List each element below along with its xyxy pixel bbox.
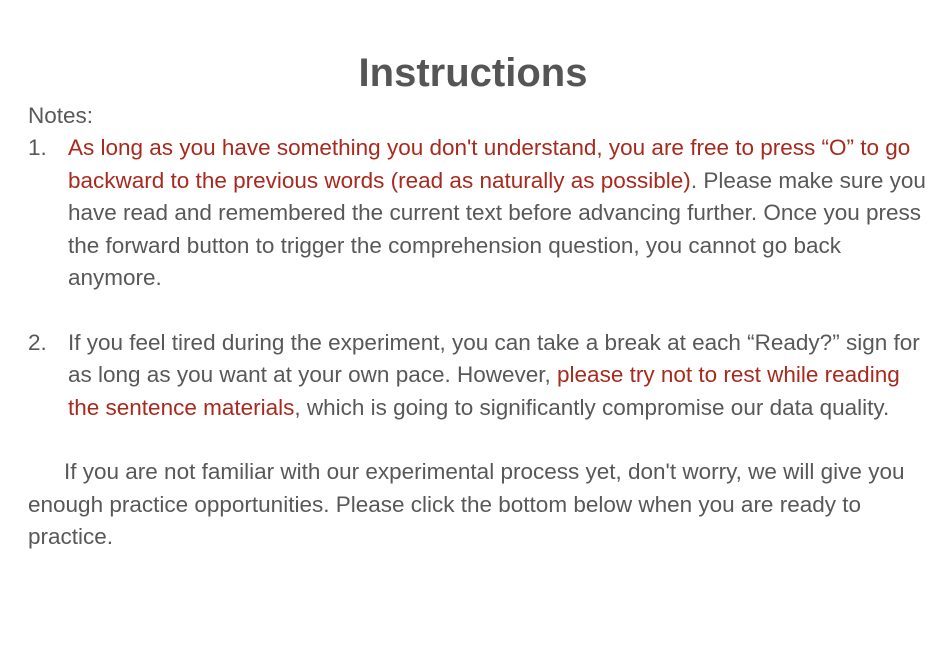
item-2-text-after: , which is going to significantly compro… (294, 394, 890, 420)
item-number: 2. (28, 329, 47, 355)
item-number: 1. (28, 135, 47, 161)
instructions-content: Notes: 1. As long as you have something … (28, 100, 928, 554)
instruction-item-1: 1. As long as you have something you don… (28, 132, 928, 294)
closing-paragraph: If you are not familiar with our experim… (28, 459, 905, 550)
page-title: Instructions (358, 50, 588, 95)
instruction-item-2: 2. If you feel tired during the experime… (28, 327, 928, 424)
notes-label: Notes: (28, 103, 94, 128)
